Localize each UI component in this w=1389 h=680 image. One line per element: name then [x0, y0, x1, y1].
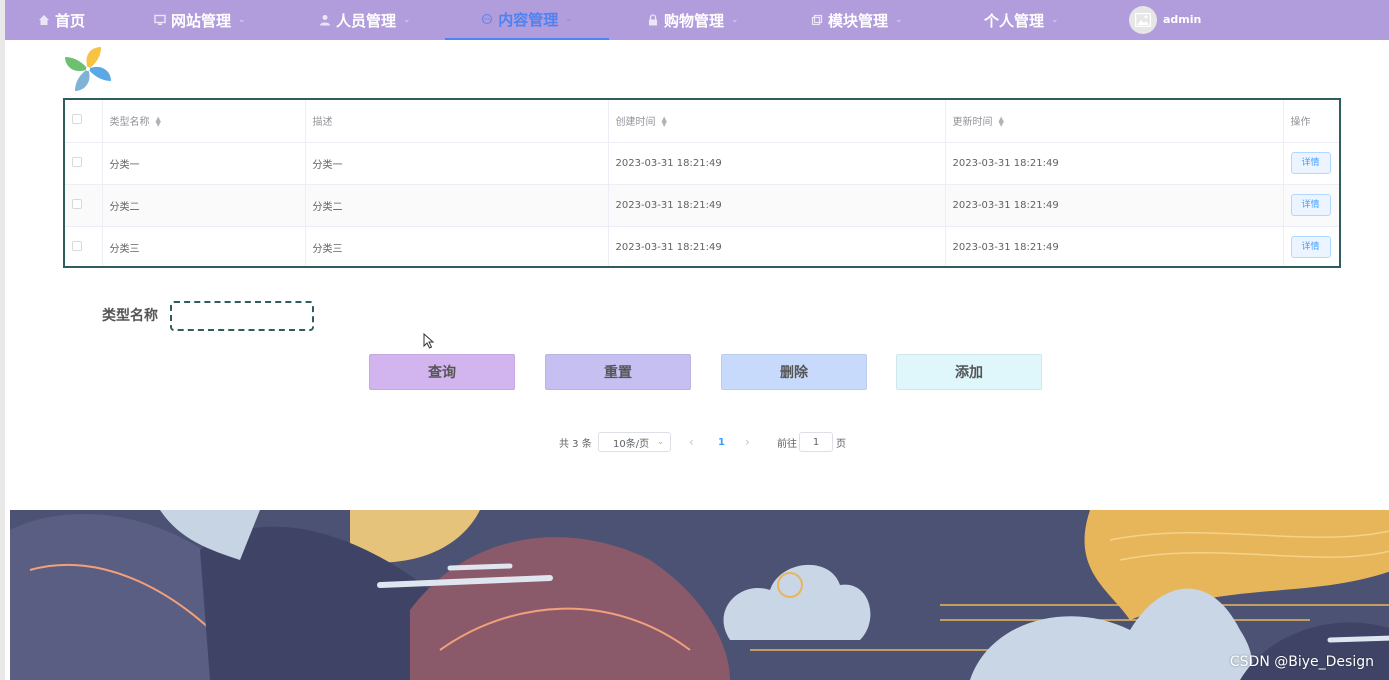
nav-personal-label: 个人管理: [984, 11, 1045, 30]
reset-button[interactable]: 重置: [545, 354, 691, 390]
chevron-down-icon: ⌄: [895, 15, 903, 25]
cell-desc: 分类二: [305, 184, 609, 227]
cell-desc: 分类三: [305, 226, 609, 266]
page-jump-input[interactable]: 1: [799, 432, 833, 452]
nav-staff-label: 人员管理: [336, 11, 397, 30]
data-table: 类型名称 ▲ ▼ 描述 创建时间 ▲ ▼ 更新时间 ▲ ▼ 操作 分类一 分类一 2023-…: [63, 98, 1341, 268]
next-page-icon[interactable]: ›: [745, 432, 750, 452]
nav-modules[interactable]: 模块管理 ⌄: [811, 0, 903, 40]
search-label: 类型名称: [102, 308, 158, 324]
nav-shopping-label: 购物管理: [664, 11, 725, 30]
row-checkbox[interactable]: [72, 198, 82, 209]
cell-name: 分类一: [102, 142, 306, 185]
chevron-down-icon: ⌄: [731, 15, 739, 25]
row-checkbox[interactable]: [72, 156, 82, 167]
chevron-down-icon: ⌄: [657, 437, 664, 446]
cell-name: 分类三: [102, 226, 306, 266]
col-header-name[interactable]: 类型名称 ▲ ▼: [102, 100, 306, 143]
query-button[interactable]: 查询: [369, 354, 515, 390]
row-checkbox[interactable]: [72, 240, 82, 251]
app-frame: 首页 网站管理 ⌄ 人员管理 ⌄ 内容管理 ⌄ 购物管理 ⌄ 模块管理 ⌄ 个人…: [0, 0, 1389, 680]
sort-icon[interactable]: ▲ ▼: [662, 116, 667, 128]
col-header-ops: 操作: [1283, 100, 1339, 143]
prev-page-icon[interactable]: ‹: [689, 432, 694, 452]
cell-desc: 分类一: [305, 142, 609, 185]
col-header-created[interactable]: 创建时间 ▲ ▼: [608, 100, 946, 143]
chevron-down-icon: ⌄: [1051, 15, 1059, 25]
top-nav: 首页 网站管理 ⌄ 人员管理 ⌄ 内容管理 ⌄ 购物管理 ⌄ 模块管理 ⌄ 个人…: [5, 0, 1389, 40]
nav-website[interactable]: 网站管理 ⌄: [154, 0, 246, 40]
nav-modules-label: 模块管理: [828, 11, 889, 30]
page-unit-label: 页: [836, 438, 846, 450]
goto-label: 前往: [777, 438, 797, 450]
sort-icon[interactable]: ▲ ▼: [156, 116, 161, 128]
delete-button[interactable]: 删除: [721, 354, 867, 390]
select-all-checkbox[interactable]: [72, 114, 82, 125]
add-button[interactable]: 添加: [896, 354, 1042, 390]
avatar[interactable]: [1129, 6, 1157, 34]
lock-icon: [649, 14, 657, 26]
pinwheel-logo-icon: [65, 47, 111, 91]
page-size-value: 10条/页: [613, 438, 650, 450]
nav-staff[interactable]: 人员管理 ⌄: [319, 0, 411, 40]
chevron-down-icon: ⌄: [238, 15, 246, 25]
mountain-cloud-banner: [10, 510, 1389, 680]
col-header-desc: 描述: [305, 100, 609, 143]
cell-updated: 2023-03-31 18:21:49: [945, 142, 1284, 185]
select-all-cell: [65, 100, 103, 143]
nav-home[interactable]: 首页: [38, 0, 85, 40]
nav-shopping[interactable]: 购物管理 ⌄: [647, 0, 739, 40]
table-row: 分类二 分类二 2023-03-31 18:21:49 2023-03-31 1…: [65, 184, 1339, 227]
copy-icon: [811, 14, 823, 26]
nav-home-label: 首页: [55, 11, 86, 30]
nav-content[interactable]: 内容管理 ⌄: [445, 0, 609, 40]
home-icon: [39, 15, 49, 25]
nav-website-label: 网站管理: [171, 11, 232, 30]
detail-button[interactable]: 详情: [1290, 152, 1331, 174]
table-header-row: 类型名称 ▲ ▼ 描述 创建时间 ▲ ▼ 更新时间 ▲ ▼ 操作: [65, 100, 1339, 143]
col-header-updated[interactable]: 更新时间 ▲ ▼: [945, 100, 1284, 143]
user-icon: [320, 15, 330, 26]
chat-icon: [482, 13, 493, 25]
cell-created: 2023-03-31 18:21:49: [608, 142, 946, 185]
username[interactable]: admin: [1163, 0, 1201, 40]
watermark: CSDN @Biye_Design: [1229, 654, 1374, 670]
mouse-cursor-icon: [423, 333, 435, 349]
cell-created: 2023-03-31 18:21:49: [608, 184, 946, 227]
cell-updated: 2023-03-31 18:21:49: [945, 226, 1284, 266]
nav-personal[interactable]: 个人管理 ⌄: [984, 0, 1059, 40]
chevron-down-icon: ⌄: [403, 15, 411, 25]
page-number-current[interactable]: 1: [718, 432, 725, 452]
monitor-icon: [154, 14, 166, 25]
page-size-select[interactable]: 10条/页 ⌄: [598, 432, 671, 452]
detail-button[interactable]: 详情: [1290, 194, 1331, 216]
chevron-down-icon: ⌄: [565, 14, 573, 24]
table-row: 分类三 分类三 2023-03-31 18:21:49 2023-03-31 1…: [65, 226, 1339, 266]
cell-updated: 2023-03-31 18:21:49: [945, 184, 1284, 227]
image-placeholder-icon: [1135, 13, 1151, 27]
search-input[interactable]: [170, 301, 314, 331]
nav-content-label: 内容管理: [498, 10, 559, 29]
table-row: 分类一 分类一 2023-03-31 18:21:49 2023-03-31 1…: [65, 142, 1339, 185]
detail-button[interactable]: 详情: [1290, 236, 1331, 258]
cell-name: 分类二: [102, 184, 306, 227]
cell-created: 2023-03-31 18:21:49: [608, 226, 946, 266]
sort-icon[interactable]: ▲ ▼: [999, 116, 1004, 128]
pagination-total: 共 3 条: [559, 438, 592, 450]
